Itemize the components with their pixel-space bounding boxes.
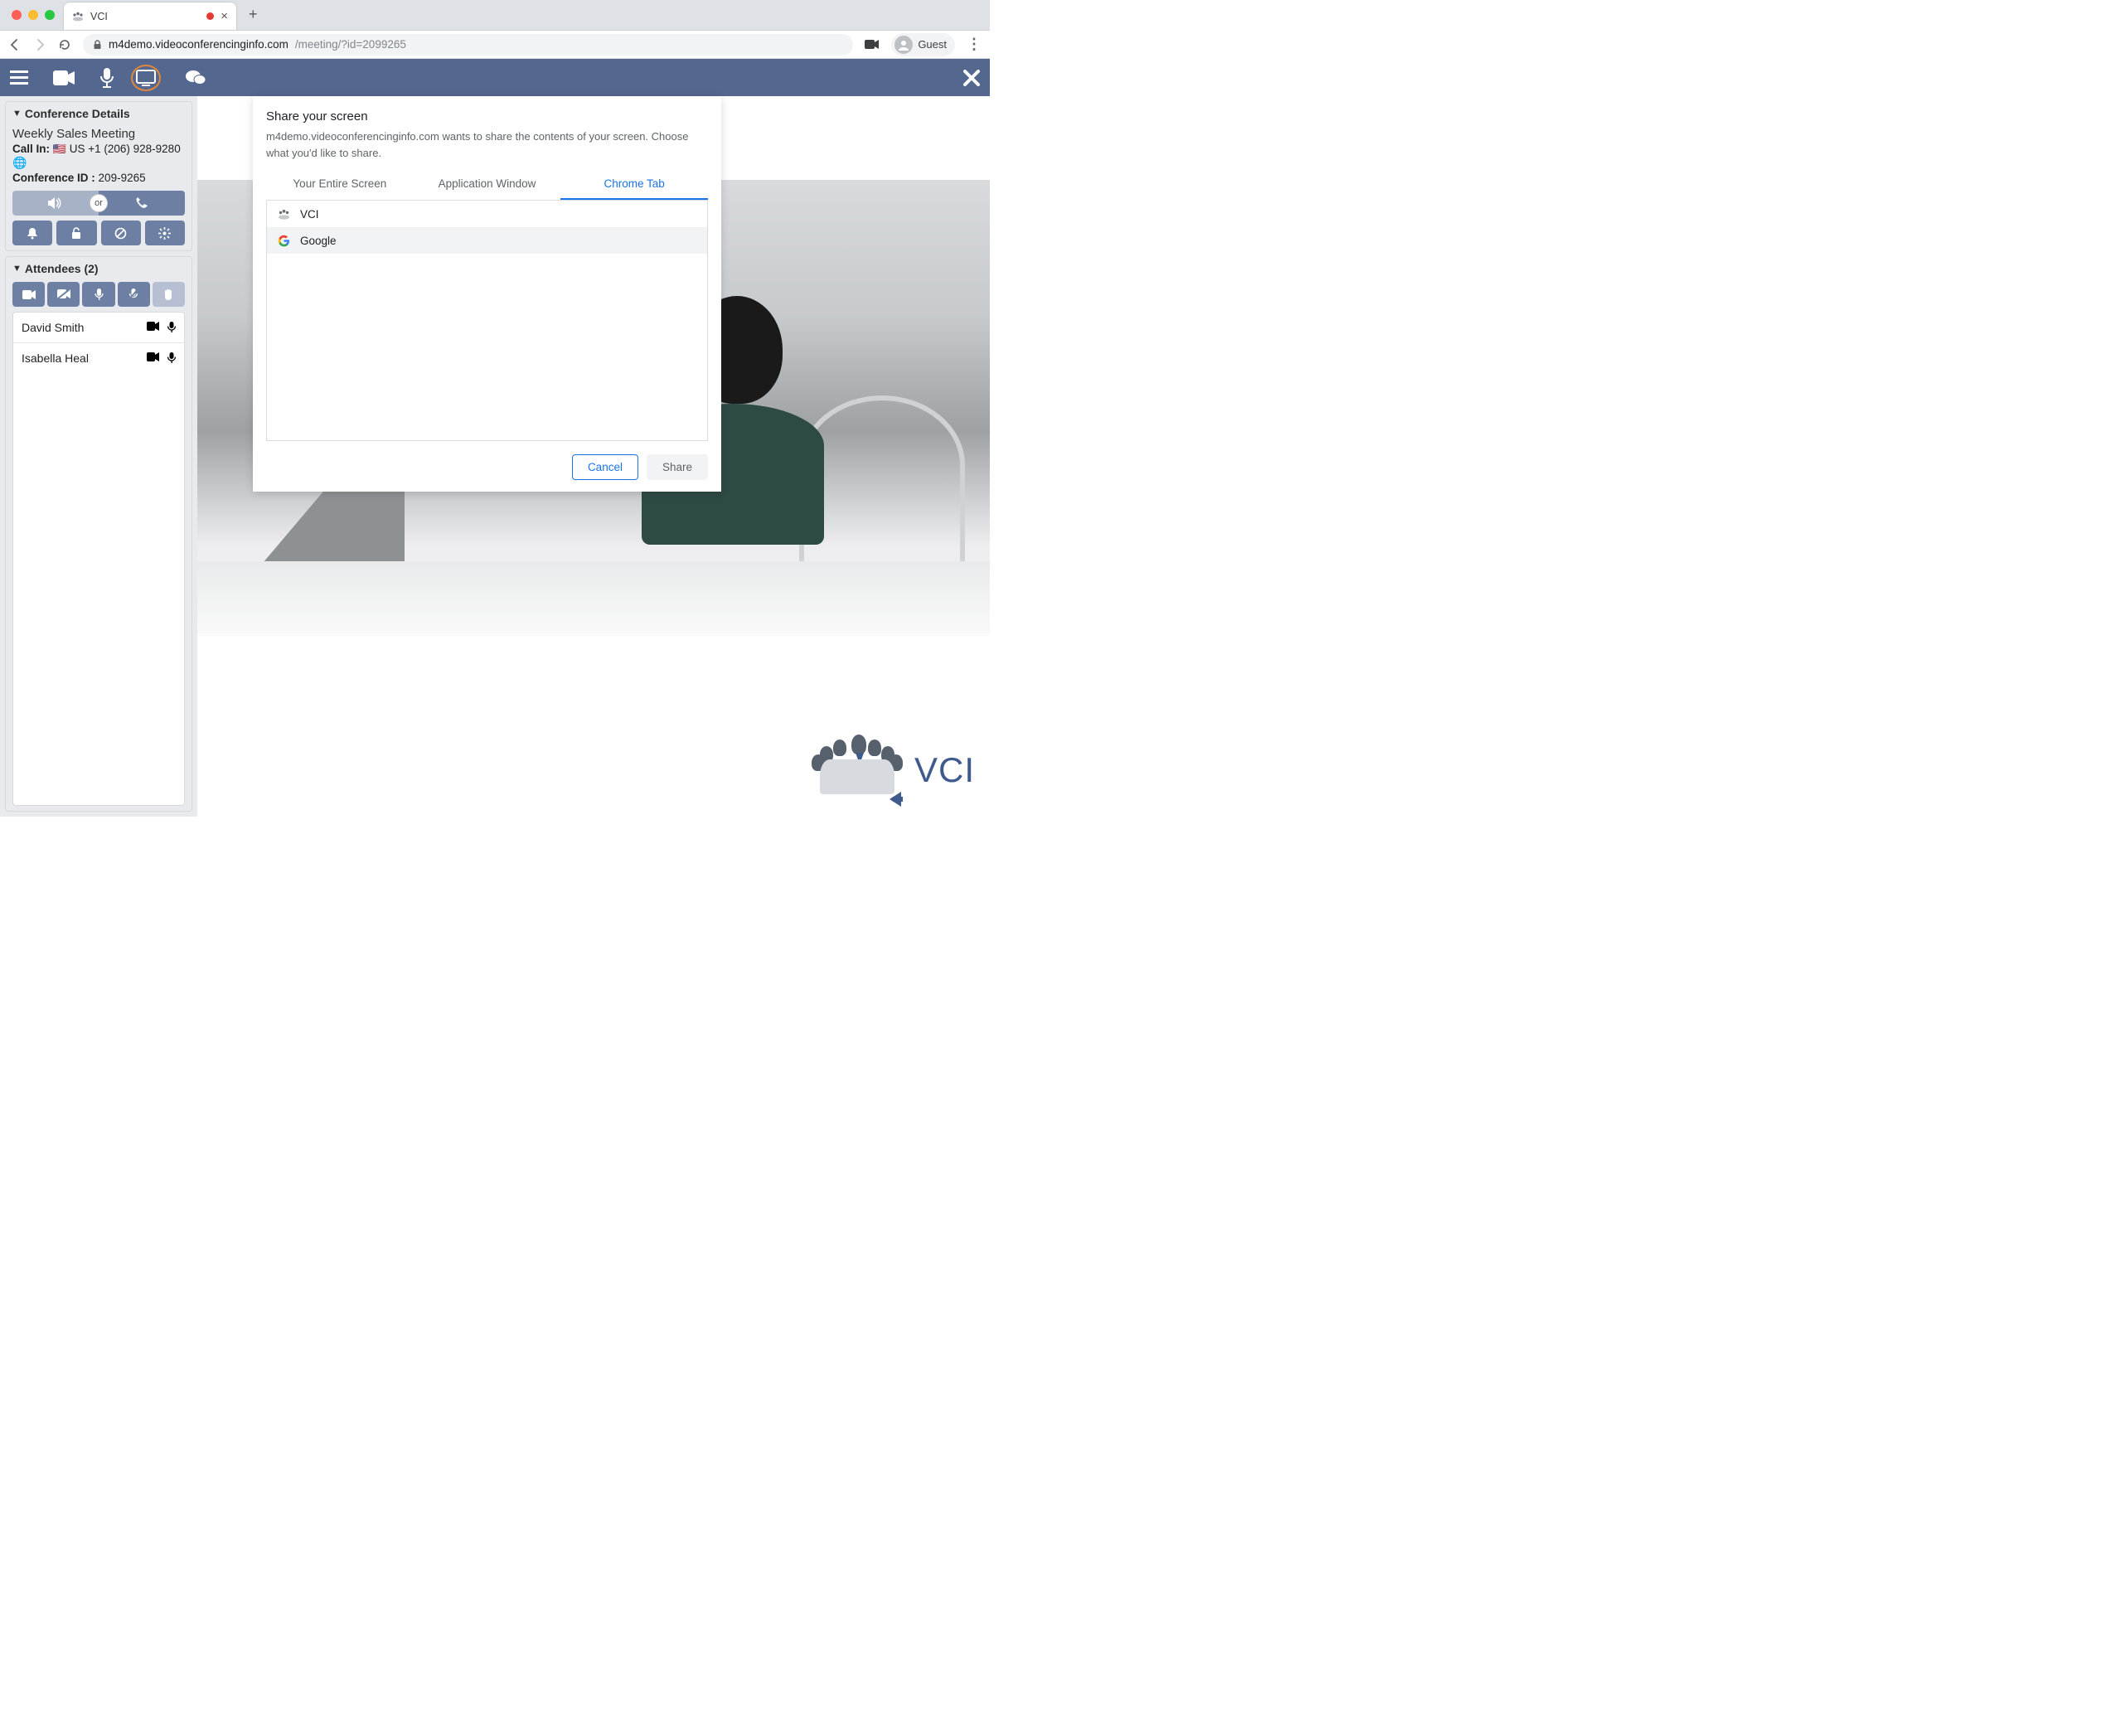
conference-action-row	[12, 221, 185, 245]
browser-menu-button[interactable]: ⋮	[967, 36, 982, 53]
vci-logo-text: VCI	[914, 750, 975, 790]
attendees-panel: ▼ Attendees (2)	[5, 256, 192, 812]
window-controls	[0, 10, 55, 20]
attendee-status-icons	[147, 322, 176, 333]
dialog-description: m4demo.videoconferencinginfo.com wants t…	[266, 129, 708, 161]
tab-entire-screen[interactable]: Your Entire Screen	[266, 169, 414, 200]
us-flag-icon: 🇺🇸	[53, 143, 66, 155]
video-off-button[interactable]	[47, 282, 80, 307]
video-icon	[147, 352, 159, 361]
attendee-controls	[12, 282, 185, 307]
attendee-list: David Smith Isabella Heal	[12, 312, 185, 806]
globe-icon[interactable]: 🌐	[12, 156, 27, 169]
profile-label: Guest	[918, 38, 947, 51]
reload-button[interactable]	[58, 38, 71, 51]
dialog-tabs: Your Entire Screen Application Window Ch…	[266, 169, 708, 201]
attendee-name: Isabella Heal	[22, 352, 147, 365]
share-source-vci[interactable]: VCI	[267, 201, 707, 227]
share-source-label: Google	[300, 235, 337, 247]
confid-label: Conference ID :	[12, 172, 95, 184]
confid-value: 209-9265	[99, 172, 146, 184]
screenshare-button-highlighted[interactable]	[131, 65, 161, 91]
google-favicon	[277, 234, 290, 247]
video-on-button[interactable]	[12, 282, 45, 307]
share-button[interactable]: Share	[647, 454, 708, 480]
mic-on-button[interactable]	[82, 282, 114, 307]
confid-line: Conference ID : 209-9265	[12, 172, 185, 184]
tab-favicon	[72, 12, 84, 22]
avatar-icon	[894, 36, 913, 54]
window-maximize-button[interactable]	[45, 10, 55, 20]
browser-tab-strip: VCI × +	[0, 0, 990, 31]
tab-close-button[interactable]: ×	[221, 9, 228, 23]
vci-logo: VCI	[812, 735, 975, 805]
app-toolbar	[0, 59, 990, 96]
sidebar: ▼ Conference Details Weekly Sales Meetin…	[0, 96, 197, 817]
browser-tab[interactable]: VCI ×	[63, 2, 237, 30]
lock-icon	[93, 40, 102, 50]
attendee-row[interactable]: David Smith	[13, 313, 184, 343]
share-source-google[interactable]: Google	[267, 227, 707, 254]
cancel-button[interactable]: Cancel	[572, 454, 638, 480]
share-source-label: VCI	[300, 208, 319, 221]
address-bar[interactable]: m4demo.videoconferencinginfo.com/meeting…	[83, 34, 853, 56]
url-path: /meeting/?id=2099265	[295, 38, 406, 51]
video-button[interactable]	[53, 70, 75, 85]
new-tab-button[interactable]: +	[249, 6, 258, 23]
tab-title: VCI	[90, 11, 200, 22]
mic-off-button[interactable]	[118, 282, 150, 307]
attendee-status-icons	[147, 352, 176, 364]
dialog-title: Share your screen	[266, 109, 708, 124]
speaker-option[interactable]	[12, 197, 99, 209]
callin-number: US +1 (206) 928-9280	[70, 143, 181, 155]
close-button[interactable]	[963, 70, 980, 86]
vci-favicon	[277, 207, 290, 221]
microphone-button[interactable]	[99, 68, 114, 88]
share-source-list: VCI Google	[266, 201, 708, 441]
attendee-row[interactable]: Isabella Heal	[13, 343, 184, 373]
callin-line: Call In: 🇺🇸 US +1 (206) 928-9280 🌐	[12, 143, 185, 170]
back-button[interactable]	[8, 38, 22, 51]
forward-button[interactable]	[33, 38, 46, 51]
video-icon	[147, 322, 159, 331]
mic-icon	[167, 352, 176, 364]
settings-button[interactable]	[145, 221, 185, 245]
raise-hand-button[interactable]	[153, 282, 185, 307]
phone-option[interactable]	[99, 191, 185, 216]
chat-button[interactable]	[186, 70, 206, 86]
caret-down-icon: ▼	[12, 109, 22, 119]
tab-chrome-tab[interactable]: Chrome Tab	[560, 169, 708, 200]
unlock-button[interactable]	[56, 221, 96, 245]
tab-application-window[interactable]: Application Window	[414, 169, 561, 200]
dialog-buttons: Cancel Share	[266, 454, 708, 480]
attendee-name: David Smith	[22, 321, 147, 334]
window-close-button[interactable]	[12, 10, 22, 20]
attendees-title: Attendees (2)	[25, 262, 99, 275]
conference-details-panel: ▼ Conference Details Weekly Sales Meetin…	[5, 101, 192, 251]
audio-toggle[interactable]: or	[12, 191, 185, 216]
vci-logo-icon	[812, 735, 903, 805]
block-button[interactable]	[101, 221, 141, 245]
recording-indicator-icon	[206, 12, 214, 20]
attendees-header[interactable]: ▼ Attendees (2)	[12, 262, 185, 279]
browser-toolbar: m4demo.videoconferencinginfo.com/meeting…	[0, 31, 990, 59]
meeting-title: Weekly Sales Meeting	[12, 127, 185, 141]
share-screen-dialog: Share your screen m4demo.videoconferenci…	[253, 96, 721, 492]
caret-down-icon: ▼	[12, 264, 22, 274]
camera-indicator-icon[interactable]	[865, 39, 880, 50]
mic-icon	[167, 322, 176, 333]
url-domain: m4demo.videoconferencinginfo.com	[109, 38, 288, 51]
conference-details-header[interactable]: ▼ Conference Details	[12, 107, 185, 124]
menu-button[interactable]	[10, 70, 28, 85]
callin-label: Call In:	[12, 143, 50, 155]
window-minimize-button[interactable]	[28, 10, 38, 20]
notification-button[interactable]	[12, 221, 52, 245]
conference-details-title: Conference Details	[25, 107, 130, 120]
profile-chip[interactable]: Guest	[891, 33, 955, 56]
or-label: or	[90, 194, 108, 212]
